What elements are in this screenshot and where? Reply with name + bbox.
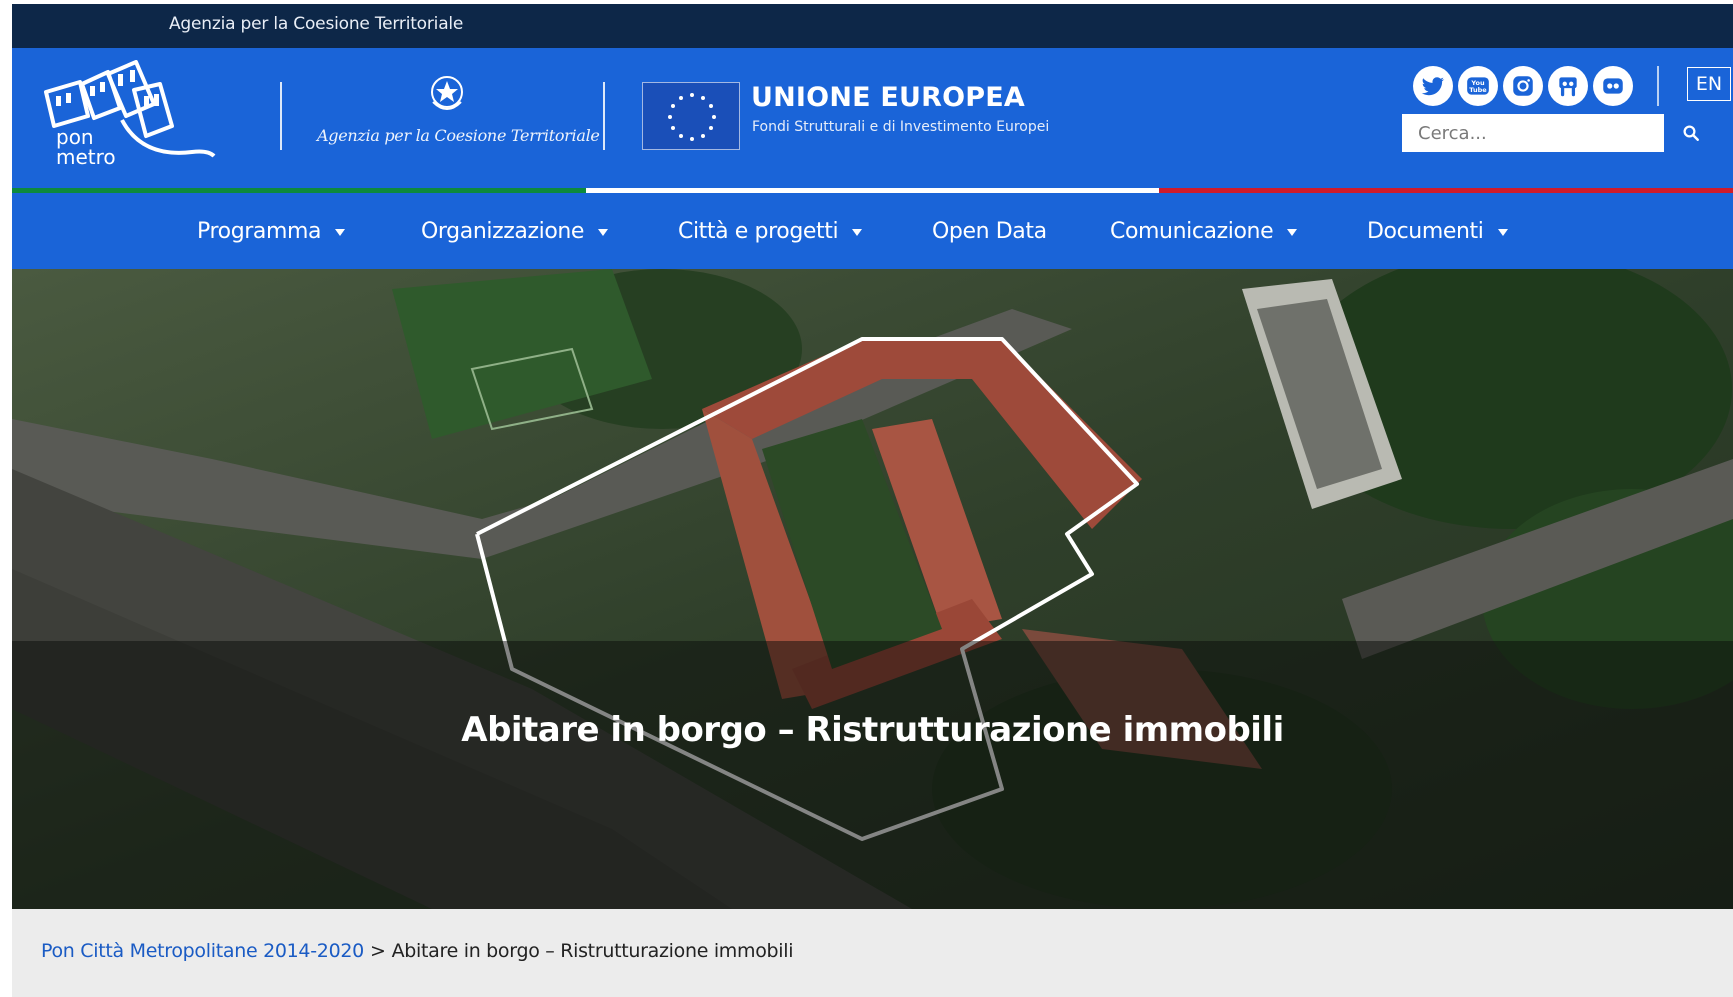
breadcrumb-bar: Pon Città Metropolitane 2014-2020 > Abitar… xyxy=(12,909,1733,997)
site-header: pon metro Agenzia per la Coesione Territ… xyxy=(12,48,1733,188)
language-switch-button[interactable]: EN xyxy=(1687,67,1731,101)
breadcrumb: Pon Città Metropolitane 2014-2020 > Abitar… xyxy=(41,940,794,962)
slideshare-icon[interactable] xyxy=(1548,66,1588,106)
breadcrumb-home-link[interactable]: Pon Città Metropolitane 2014-2020 xyxy=(41,940,364,962)
republic-emblem-icon xyxy=(431,76,463,110)
nav-item-label: Organizzazione xyxy=(421,218,585,244)
caret-down-icon xyxy=(598,228,609,236)
pon-metro-logo[interactable]: pon metro xyxy=(42,60,232,172)
svg-text:Tube: Tube xyxy=(1469,86,1487,94)
nav-item-open-data[interactable]: Open Data xyxy=(932,193,1047,269)
caret-down-icon xyxy=(1287,228,1298,236)
nav-item-label: Città e progetti xyxy=(678,218,839,244)
search-input[interactable] xyxy=(1402,114,1664,152)
lang-divider xyxy=(1657,66,1659,106)
header-divider xyxy=(280,82,282,150)
top-bar: Agenzia per la Coesione Territoriale xyxy=(12,4,1733,48)
agency-logo[interactable]: Agenzia per la Coesione Territoriale xyxy=(317,72,607,162)
nav-item-programma[interactable]: Programma xyxy=(197,193,346,269)
youtube-icon[interactable]: You Tube xyxy=(1458,66,1498,106)
twitter-icon[interactable] xyxy=(1413,66,1453,106)
search-button[interactable] xyxy=(1664,114,1718,152)
nav-item-label: Comunicazione xyxy=(1110,218,1274,244)
page: Agenzia per la Coesione Territoriale pon… xyxy=(12,4,1733,997)
caret-down-icon xyxy=(1497,228,1508,236)
eu-flag-icon xyxy=(642,82,740,150)
metro-logo-text: metro xyxy=(56,145,116,169)
hero-banner: Abitare in borgo – Ristrutturazione immo… xyxy=(12,269,1733,909)
breadcrumb-separator: > xyxy=(369,940,386,962)
eu-title: UNIONE EUROPEA xyxy=(751,82,1025,113)
nav-item-label: Programma xyxy=(197,218,322,244)
hero-caption-overlay xyxy=(12,641,1733,909)
hero-title: Abitare in borgo – Ristrutturazione immo… xyxy=(461,710,1284,750)
nav-item-organizzazione[interactable]: Organizzazione xyxy=(421,193,609,269)
flickr-icon[interactable] xyxy=(1593,66,1633,106)
agency-script-name: Agenzia per la Coesione Territoriale xyxy=(317,126,600,145)
nav-item-label: Open Data xyxy=(932,218,1047,244)
pon-metro-buildings-icon: pon metro xyxy=(44,60,216,169)
nav-item-citta-e-progetti[interactable]: Città e progetti xyxy=(678,193,863,269)
eu-subtitle: Fondi Strutturali e di Investimento Euro… xyxy=(752,119,1050,135)
header-divider xyxy=(603,82,605,150)
instagram-icon[interactable] xyxy=(1503,66,1543,106)
main-nav: Programma Organizzazione Città e progett… xyxy=(12,193,1733,269)
caret-down-icon xyxy=(852,228,863,236)
breadcrumb-current: Abitare in borgo – Ristrutturazione immo… xyxy=(391,940,794,962)
caret-down-icon xyxy=(335,228,346,236)
nav-item-documenti[interactable]: Documenti xyxy=(1367,193,1508,269)
search-icon xyxy=(1683,125,1699,141)
agency-top-link[interactable]: Agenzia per la Coesione Territoriale xyxy=(169,14,463,34)
nav-item-comunicazione[interactable]: Comunicazione xyxy=(1110,193,1298,269)
social-links: You Tube xyxy=(1413,66,1633,106)
nav-item-label: Documenti xyxy=(1367,218,1484,244)
